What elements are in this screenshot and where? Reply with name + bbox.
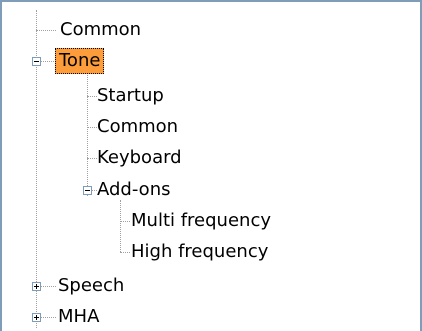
tree-item-label: Tone bbox=[55, 48, 105, 74]
tree-item-tone[interactable]: Tone bbox=[55, 48, 105, 74]
tree-connector-addons-children bbox=[120, 200, 121, 252]
tree-item-label: Startup bbox=[97, 85, 164, 106]
tree-connector-tone-children bbox=[87, 70, 88, 196]
tree-item-common[interactable]: Common bbox=[57, 17, 144, 43]
tree-item-label: Speech bbox=[58, 275, 125, 296]
tree-item-multi-frequency[interactable]: Multi frequency bbox=[128, 208, 274, 234]
tree-item-mha[interactable]: MHA bbox=[55, 304, 102, 330]
tree-connector bbox=[36, 30, 56, 31]
tree-item-label: Multi frequency bbox=[131, 210, 272, 231]
tree-item-startup[interactable]: Startup bbox=[94, 83, 167, 109]
tree-item-label: Keyboard bbox=[97, 147, 182, 168]
tree-item-keyboard[interactable]: Keyboard bbox=[94, 145, 185, 171]
tree-view: Common Tone Startup Common Keyboard Add-… bbox=[0, 0, 422, 331]
tree-item-label: Add-ons bbox=[97, 179, 171, 200]
tree-item-speech[interactable]: Speech bbox=[55, 273, 127, 299]
tree-item-addons[interactable]: Add-ons bbox=[94, 177, 173, 203]
tree-item-label: MHA bbox=[58, 306, 100, 327]
expand-plus-icon[interactable] bbox=[32, 313, 41, 322]
expand-plus-icon[interactable] bbox=[32, 282, 41, 291]
tree-item-label: Common bbox=[97, 116, 179, 137]
collapse-minus-icon[interactable] bbox=[32, 57, 41, 66]
tree-item-label: High frequency bbox=[131, 241, 269, 262]
tree-item-tone-common[interactable]: Common bbox=[94, 114, 181, 140]
tree-item-label: Common bbox=[60, 19, 142, 40]
tree-view-panel: Common Tone Startup Common Keyboard Add-… bbox=[0, 0, 422, 331]
tree-item-high-frequency[interactable]: High frequency bbox=[128, 239, 271, 265]
collapse-minus-icon[interactable] bbox=[83, 186, 92, 195]
